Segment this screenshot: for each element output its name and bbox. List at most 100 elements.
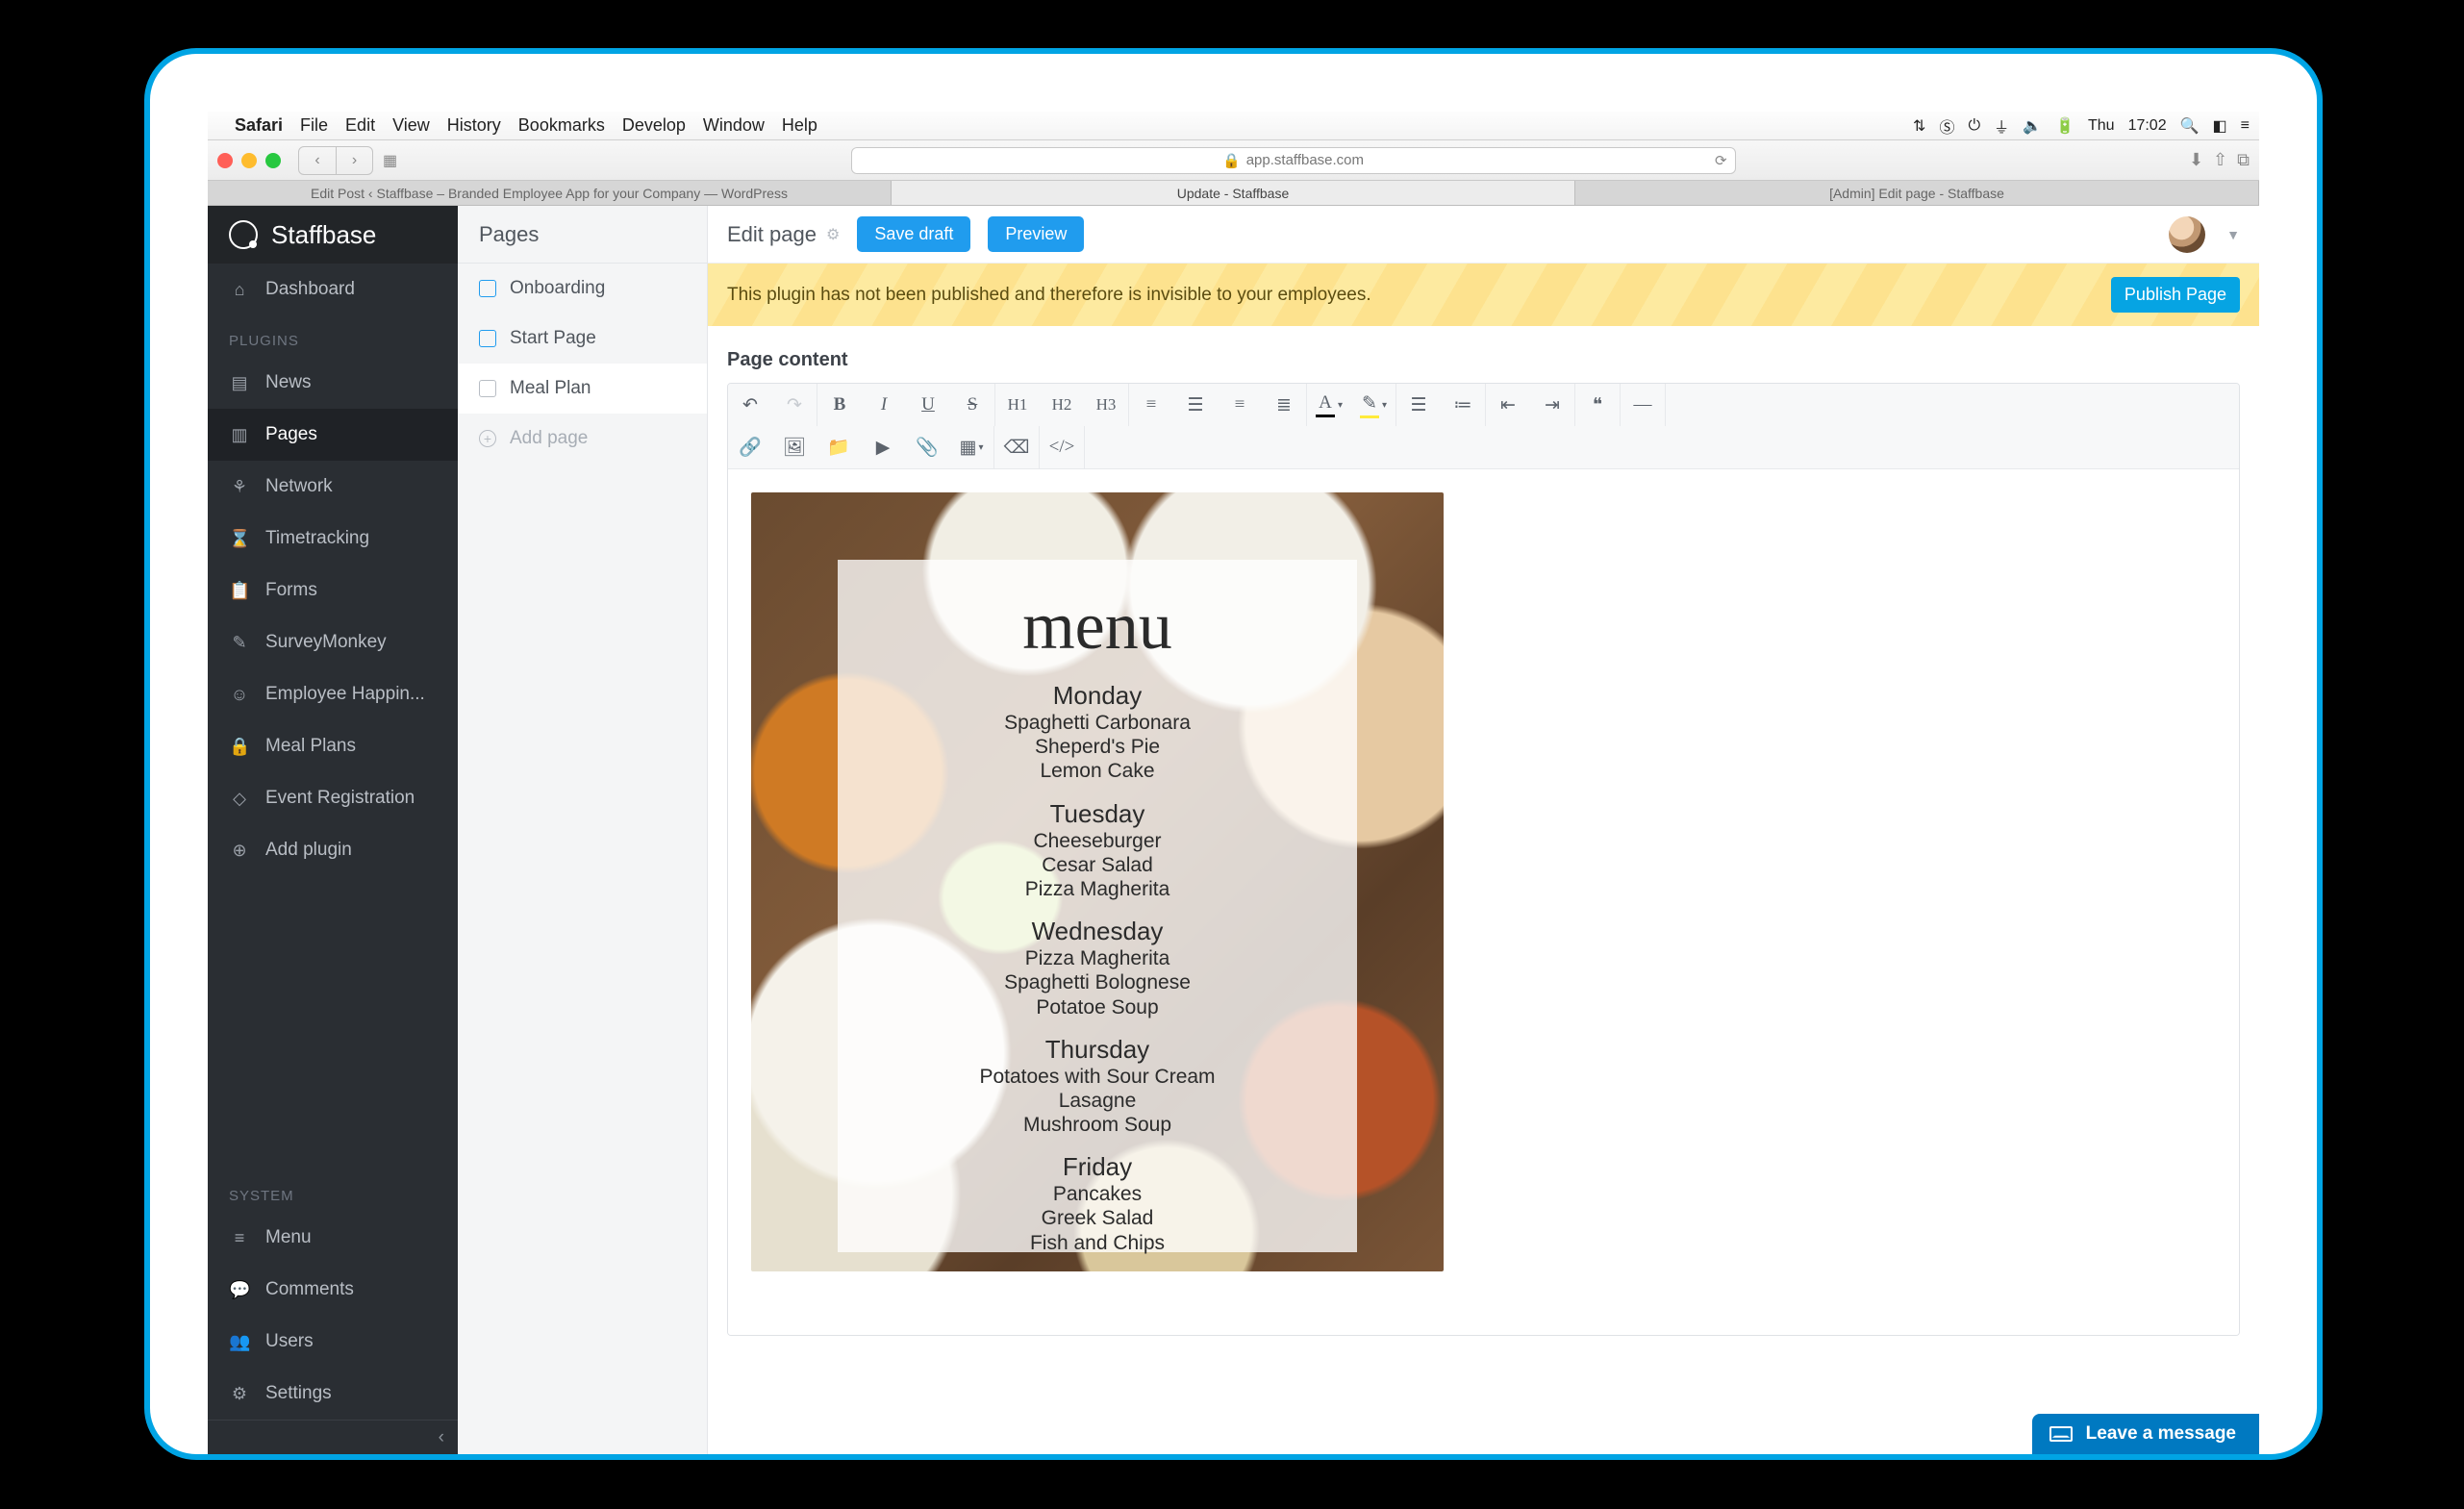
h1-button[interactable]: H1 xyxy=(995,384,1040,426)
file-button[interactable]: 📁 xyxy=(817,426,861,468)
sidebar-item-forms[interactable]: 📋Forms xyxy=(208,565,458,616)
save-draft-button[interactable]: Save draft xyxy=(857,216,970,252)
attach-button[interactable]: 📎 xyxy=(905,426,949,468)
code-view-button[interactable]: </> xyxy=(1040,426,1084,468)
mac-menu-help[interactable]: Help xyxy=(782,115,817,136)
tabs-overview-icon[interactable]: ⧉ xyxy=(2237,150,2250,170)
skype-icon[interactable]: Ⓢ xyxy=(1939,114,1954,138)
power-icon[interactable]: ⏻ xyxy=(1968,117,1980,135)
link-button[interactable]: 🔗 xyxy=(728,426,772,468)
reload-icon[interactable]: ⟳ xyxy=(1715,152,1727,169)
page-item-mealplan[interactable]: Meal Plan xyxy=(458,364,707,414)
sidebar-item-network[interactable]: ⚘Network xyxy=(208,461,458,513)
underline-button[interactable]: U xyxy=(906,384,950,426)
sidebar-item-addplugin[interactable]: ⊕Add plugin xyxy=(208,824,458,876)
sidebar-item-happiness[interactable]: ☺Employee Happin... xyxy=(208,668,458,720)
align-right-button[interactable]: ≡ xyxy=(1218,384,1262,426)
safari-tab-2[interactable]: [Admin] Edit page - Staffbase xyxy=(1575,181,2259,205)
italic-button[interactable]: I xyxy=(862,384,906,426)
menu-dish: Cesar Salad xyxy=(847,853,1347,877)
mac-app-name[interactable]: Safari xyxy=(235,115,283,136)
hr-button[interactable]: — xyxy=(1621,384,1665,426)
undo-button[interactable]: ↶ xyxy=(728,384,772,426)
forward-button[interactable]: › xyxy=(336,147,372,174)
sidebar-item-surveymonkey[interactable]: ✎SurveyMonkey xyxy=(208,616,458,668)
sidebar-item-news[interactable]: ▤News xyxy=(208,357,458,409)
editor-canvas[interactable]: menu MondaySpaghetti CarbonaraSheperd's … xyxy=(728,469,2239,1335)
mac-menu-develop[interactable]: Develop xyxy=(622,115,686,136)
safari-tab-1[interactable]: Update - Staffbase xyxy=(892,181,1575,205)
sidebar-item-dashboard[interactable]: ⌂ Dashboard xyxy=(208,264,458,315)
close-window-button[interactable] xyxy=(217,153,233,168)
brand[interactable]: Staffbase xyxy=(208,206,458,264)
sidebar-item-settings[interactable]: ⚙Settings xyxy=(208,1368,458,1420)
mac-menu-window[interactable]: Window xyxy=(703,115,765,136)
sidebar-item-comments[interactable]: 💬Comments xyxy=(208,1264,458,1316)
wifi-icon[interactable]: ⏚ xyxy=(1994,114,2009,138)
mac-menu-view[interactable]: View xyxy=(392,115,430,136)
sidebar-collapse-button[interactable]: ‹ xyxy=(208,1420,458,1454)
minimize-window-button[interactable] xyxy=(241,153,257,168)
align-center-button[interactable]: ☰ xyxy=(1173,384,1218,426)
bullet-list-button[interactable]: ☰ xyxy=(1396,384,1441,426)
indent-button[interactable]: ⇥ xyxy=(1530,384,1574,426)
sidebar-item-label: Event Registration xyxy=(265,788,415,809)
sidebar-item-label: Settings xyxy=(265,1383,332,1404)
address-bar[interactable]: 🔒 app.staffbase.com ⟳ xyxy=(851,147,1736,174)
page-item-add[interactable]: +Add page xyxy=(458,414,707,464)
align-justify-button[interactable]: ≣ xyxy=(1262,384,1306,426)
publish-page-button[interactable]: Publish Page xyxy=(2111,277,2240,313)
clipboard-icon: 📋 xyxy=(229,581,250,601)
mac-menu-history[interactable]: History xyxy=(447,115,501,136)
outdent-button[interactable]: ⇤ xyxy=(1486,384,1530,426)
strike-button[interactable]: S xyxy=(950,384,994,426)
number-list-button[interactable]: ≔ xyxy=(1441,384,1485,426)
safari-tab-1-label: Update - Staffbase xyxy=(1177,186,1289,201)
download-icon[interactable]: ⬇ xyxy=(2189,150,2203,170)
notification-icon[interactable]: ≡ xyxy=(2241,117,2250,135)
page-settings-icon[interactable]: ⚙ xyxy=(826,225,840,244)
menu-day: Monday xyxy=(847,681,1347,711)
sidebar-toggle-icon[interactable]: ▦ xyxy=(383,151,397,170)
image-button[interactable]: 🖼 xyxy=(772,426,817,468)
video-button[interactable]: ▶ xyxy=(861,426,905,468)
share-icon[interactable]: ⇧ xyxy=(2213,150,2227,170)
pages-panel: Pages Onboarding Start Page Meal Plan +A… xyxy=(458,206,708,1454)
spotlight-icon[interactable]: 🔍 xyxy=(2180,116,2200,136)
menubar-time[interactable]: 17:02 xyxy=(2128,117,2167,135)
highlight-button[interactable]: ✎▾ xyxy=(1351,384,1395,426)
back-button[interactable]: ‹ xyxy=(299,147,336,174)
align-left-button[interactable]: ≡ xyxy=(1129,384,1173,426)
chat-widget[interactable]: Leave a message xyxy=(2032,1414,2259,1454)
quote-button[interactable]: ❝ xyxy=(1575,384,1620,426)
menubar-day[interactable]: Thu xyxy=(2088,117,2115,135)
user-menu-caret-icon[interactable]: ▼ xyxy=(2226,227,2240,242)
dropbox-icon[interactable]: ⇅ xyxy=(1913,116,1925,136)
bold-button[interactable]: B xyxy=(817,384,862,426)
safari-tab-0[interactable]: Edit Post ‹ Staffbase – Branded Employee… xyxy=(208,181,892,205)
sidebar-item-pages[interactable]: ▥Pages xyxy=(208,409,458,461)
table-button[interactable]: ▦▾ xyxy=(949,426,993,468)
sidebar-item-menu[interactable]: ≡Menu xyxy=(208,1212,458,1264)
clear-format-button[interactable]: ⌫ xyxy=(994,426,1039,468)
control-center-icon[interactable]: ◧ xyxy=(2213,116,2227,136)
sidebar-item-eventreg[interactable]: ◇Event Registration xyxy=(208,772,458,824)
text-color-button[interactable]: A▾ xyxy=(1307,384,1351,426)
address-text: app.staffbase.com xyxy=(1246,152,1364,168)
sidebar-item-timetracking[interactable]: ⌛Timetracking xyxy=(208,513,458,565)
sidebar-item-mealplans[interactable]: 🔒Meal Plans xyxy=(208,720,458,772)
h2-button[interactable]: H2 xyxy=(1040,384,1084,426)
page-item-startpage[interactable]: Start Page xyxy=(458,314,707,364)
preview-button[interactable]: Preview xyxy=(988,216,1084,252)
sidebar-item-users[interactable]: 👥Users xyxy=(208,1316,458,1368)
volume-icon[interactable]: 🔈 xyxy=(2023,116,2042,136)
page-item-onboarding[interactable]: Onboarding xyxy=(458,264,707,314)
h3-button[interactable]: H3 xyxy=(1084,384,1128,426)
battery-icon[interactable]: 🔋 xyxy=(2055,116,2074,136)
mac-menu-bookmarks[interactable]: Bookmarks xyxy=(518,115,605,136)
maximize-window-button[interactable] xyxy=(265,153,281,168)
mac-menu-file[interactable]: File xyxy=(300,115,328,136)
user-avatar[interactable] xyxy=(2169,216,2205,253)
redo-button[interactable]: ↷ xyxy=(772,384,817,426)
mac-menu-edit[interactable]: Edit xyxy=(345,115,375,136)
